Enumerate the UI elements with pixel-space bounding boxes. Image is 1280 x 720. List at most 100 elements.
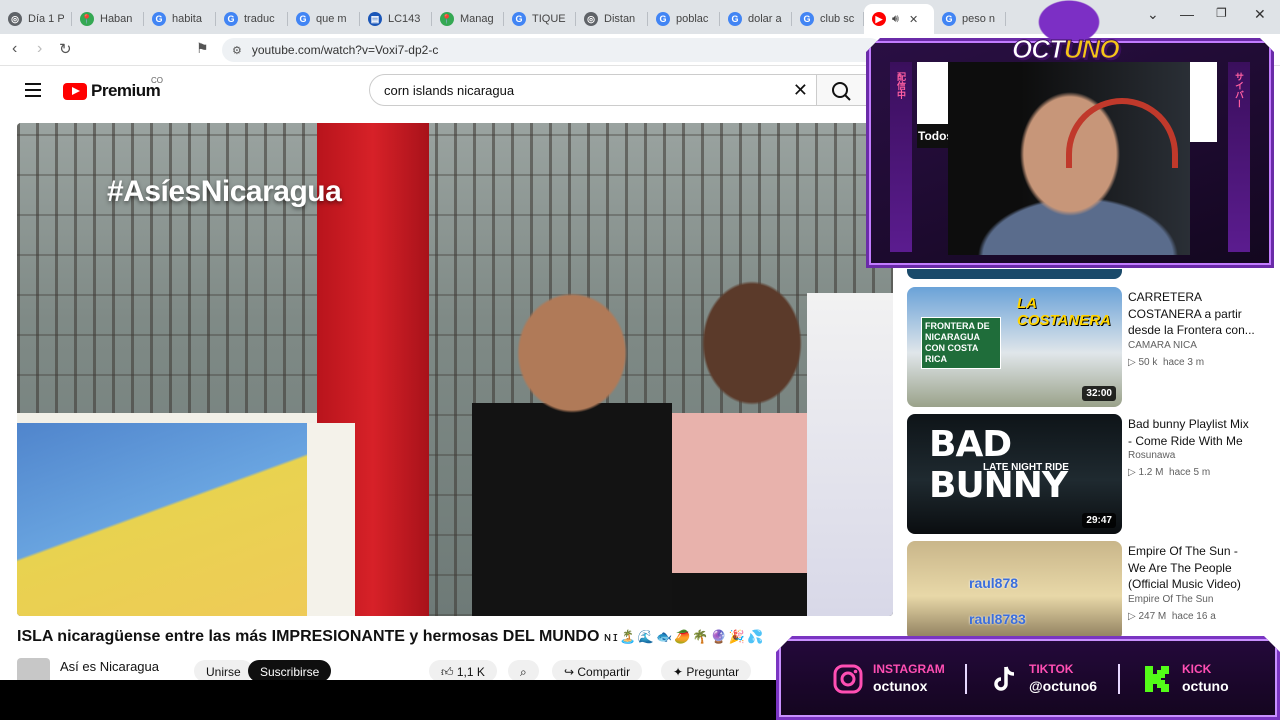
browser-tab[interactable]: Gdolar a [720, 4, 792, 34]
thumbnail-subtext: LATE NIGHT RIDE [983, 462, 1069, 473]
sidebar-video-title[interactable]: Empire Of The Sun - We Are The People (O… [1128, 543, 1256, 593]
thumbs-up-icon: 👍︎ [441, 665, 457, 679]
ask-button[interactable]: ✦ Preguntar [661, 660, 752, 682]
channel-name[interactable]: Así es Nicaragua [60, 659, 159, 674]
browser-tab[interactable]: Ghabita [144, 4, 216, 34]
instagram-icon [831, 662, 865, 696]
minimize-button[interactable]: — [1180, 6, 1194, 22]
browser-tab[interactable]: 📍 Manag [432, 4, 504, 34]
browser-tab[interactable]: Gpoblac [648, 4, 720, 34]
avatar[interactable] [17, 658, 50, 680]
view-count: 1.2 M [1138, 467, 1164, 478]
overlay-right-strip: サイバー [1228, 62, 1250, 252]
browser-tab[interactable]: Gclub sc [792, 4, 864, 34]
browser-tab[interactable]: ▤ LC143 [360, 4, 432, 34]
tab-list-chevron-icon[interactable]: ⌄ [1147, 6, 1159, 23]
sidebar-video-item[interactable]: BAD BUNNY LATE NIGHT RIDE 29:47 Bad bunny P… [907, 414, 1257, 534]
youtube-logo[interactable]: Premium CO [63, 76, 163, 101]
screen: ◎ Día 1 P 📍 Haban Ghabita Gtraduc Gque m ▤ LC143… [0, 0, 1280, 720]
thumbnail-headline: LA COSTANERA [1017, 295, 1111, 329]
upload-age: hace 3 m [1162, 356, 1205, 368]
duration-badge: 29:47 [1082, 513, 1116, 528]
views-icon: ▷ [1128, 356, 1139, 368]
share-button[interactable]: ↪ Compartir [552, 660, 643, 682]
subscribe-button[interactable]: Suscribirse [248, 660, 332, 682]
thumbnail-subtext: raul8783 [969, 611, 1026, 627]
like-count: 1,1 K [456, 665, 485, 679]
youtube-play-icon [63, 82, 87, 100]
sidebar-partial-thumbnail[interactable] [907, 269, 1257, 279]
browser-tab[interactable]: G TIQUE [504, 4, 576, 34]
sidebar-channel-name[interactable]: CAMARA NICA [1128, 340, 1197, 351]
upload-age: hace 16 a [1171, 610, 1216, 622]
tiktok-icon [987, 662, 1021, 696]
social-platform: TIKTOK [1029, 662, 1074, 676]
browser-tab[interactable]: ▶ 🔊︎ ✕ [864, 4, 934, 34]
video-thumbnail[interactable]: raul878 raul8783 [907, 541, 1122, 641]
close-window-button[interactable]: ✕ [1254, 6, 1266, 23]
tab-favicon-icon: ▤ [368, 12, 382, 26]
tab-favicon-icon: ▶ [872, 12, 886, 26]
tab-title: habita [172, 13, 202, 25]
tab-favicon-icon: G [224, 12, 238, 26]
url-text: youtube.com/watch?v=Voxi7-dp2-c [251, 43, 439, 57]
site-info-icon[interactable]: ⚙ [232, 44, 242, 57]
octuno-logo: OCTUNO [1012, 34, 1121, 65]
sidebar-video-title[interactable]: CARRETERA COSTANERA a partir desde la Fr… [1128, 289, 1256, 339]
tab-title: Manag [460, 13, 494, 25]
video-thumbnail[interactable]: BAD BUNNY LATE NIGHT RIDE 29:47 [907, 414, 1122, 534]
bookmark-icon[interactable]: ⚑ [196, 40, 209, 57]
close-tab-icon[interactable]: ✕ [909, 13, 918, 26]
thumbnail-headline: raul878 [969, 575, 1019, 591]
country-code: CO [151, 76, 163, 85]
browser-tab[interactable]: Gque m [288, 4, 360, 34]
browser-tab[interactable]: Gpeso n [934, 4, 1006, 34]
sparkle-icon: ✦ [673, 665, 687, 679]
video-hashtag-overlay: #AsíesNicaragua [107, 175, 342, 208]
letterbox-bar [0, 680, 776, 720]
tab-favicon-icon: G [728, 12, 742, 26]
tab-favicon-icon: G [152, 12, 166, 26]
browser-tab[interactable]: ◎ Distan [576, 4, 648, 34]
join-button[interactable]: Unirse [194, 660, 253, 682]
like-button[interactable]: 👍︎ 1,1 K [429, 660, 497, 682]
tab-title: poblac [676, 13, 709, 25]
overlay-left-strip: 配信中 [890, 62, 912, 252]
sidebar-video-title[interactable]: Bad bunny Playlist Mix - Come Ride With … [1128, 416, 1256, 449]
forward-icon[interactable]: › [37, 40, 42, 58]
premium-label: Premium [91, 81, 161, 100]
tab-favicon-icon: ◎ [8, 12, 22, 26]
social-handle: octuno [1182, 678, 1229, 694]
tab-separator [1005, 12, 1006, 26]
browser-tab[interactable]: ◎ Día 1 P [0, 4, 72, 34]
video-player[interactable]: #AsíesNicaragua [17, 123, 893, 616]
sidebar-channel-name[interactable]: Rosunawa [1128, 450, 1175, 461]
social-link-kick: KICK octuno [1140, 659, 1280, 699]
clear-search-icon[interactable]: ✕ [793, 80, 808, 101]
share-label: Compartir [577, 665, 631, 679]
browser-tab[interactable]: Gtraduc [216, 4, 288, 34]
audio-playing-icon[interactable]: 🔊︎ [892, 13, 899, 26]
reload-icon[interactable]: ↻ [59, 40, 72, 58]
video-thumbnail[interactable]: LA COSTANERA FRONTERA DE NICARAGUA CON CO… [907, 287, 1122, 407]
sidebar-video-item[interactable]: LA COSTANERA FRONTERA DE NICARAGUA CON CO… [907, 287, 1257, 407]
sidebar-channel-name[interactable]: Empire Of The Sun [1128, 594, 1213, 605]
thumbs-down-icon: ⌕ [520, 665, 527, 679]
maximize-button[interactable]: ❐ [1216, 6, 1227, 20]
upload-age: hace 5 m [1169, 467, 1211, 478]
social-divider [965, 664, 967, 694]
tab-title: Haban [100, 13, 133, 25]
back-icon[interactable]: ‹ [12, 40, 17, 58]
menu-icon[interactable] [25, 83, 41, 97]
social-platform: KICK [1182, 662, 1212, 676]
tab-title: Día 1 P [28, 13, 64, 25]
address-bar[interactable]: ⚙ youtube.com/watch?v=Voxi7-dp2-c [222, 38, 882, 62]
search-input[interactable]: corn islands nicaragua ✕ [369, 74, 817, 106]
dislike-button[interactable]: ⌕ [508, 660, 539, 682]
kick-icon [1140, 662, 1174, 696]
share-icon: ↪ [564, 665, 578, 679]
tab-favicon-icon: 📍 [440, 12, 454, 26]
tab-title: traduc [244, 13, 275, 25]
browser-tab[interactable]: 📍 Haban [72, 4, 144, 34]
search-button[interactable] [817, 74, 867, 106]
